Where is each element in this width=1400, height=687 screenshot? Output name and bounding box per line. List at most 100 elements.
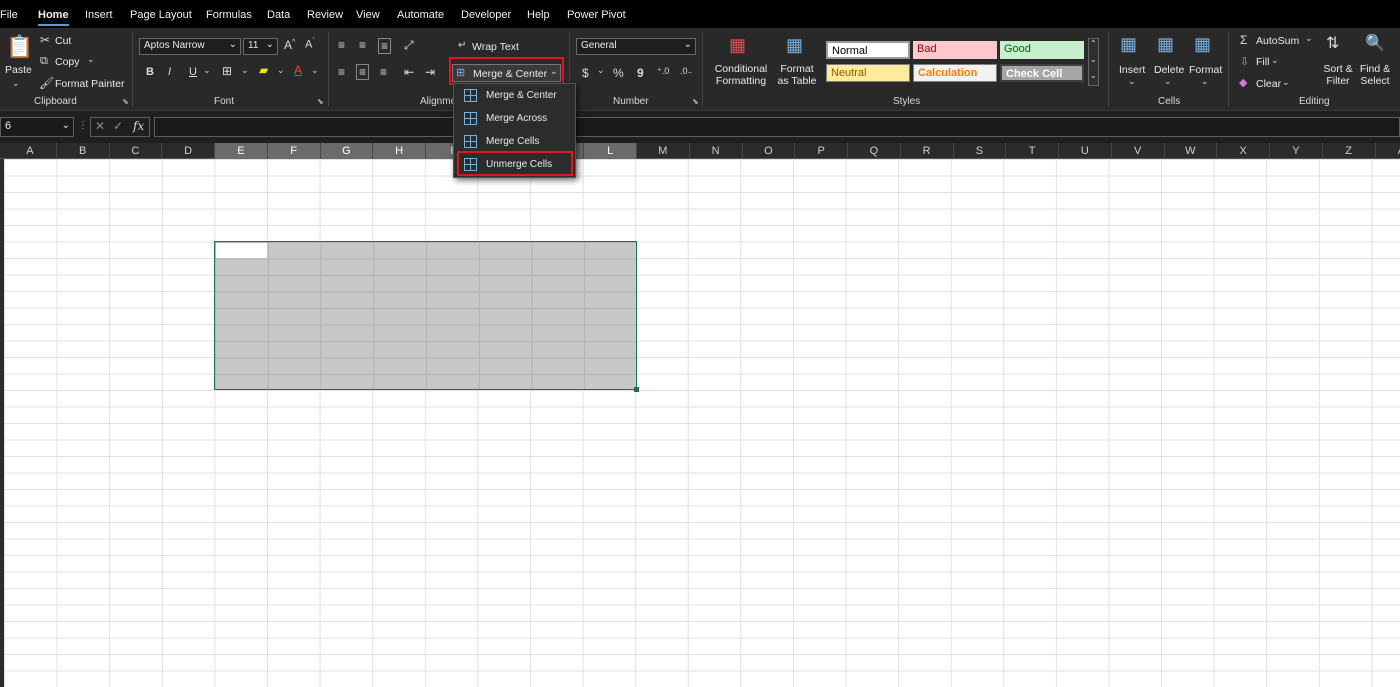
- wrap-text-icon[interactable]: ↵: [458, 40, 466, 51]
- column-header[interactable]: N: [690, 143, 743, 159]
- align-right-icon[interactable]: ≡: [380, 65, 387, 79]
- paste-icon[interactable]: 📋: [6, 34, 33, 60]
- selected-range[interactable]: [214, 241, 637, 390]
- column-header[interactable]: Q: [848, 143, 901, 159]
- chevron-down-icon[interactable]: ⌄: [87, 54, 95, 65]
- column-header[interactable]: M: [637, 143, 690, 159]
- tab-insert[interactable]: Insert: [85, 0, 113, 28]
- align-middle-icon[interactable]: ≡: [359, 38, 366, 52]
- tab-page-layout[interactable]: Page Layout: [130, 0, 192, 28]
- style-bad[interactable]: Bad: [913, 41, 997, 59]
- font-size-dropdown[interactable]: 11 ⌄: [243, 38, 278, 55]
- orientation-icon[interactable]: ⤢: [404, 38, 414, 53]
- autosum-button[interactable]: AutoSum: [1256, 35, 1299, 47]
- cancel-icon[interactable]: ✕: [95, 119, 105, 133]
- decrease-indent-icon[interactable]: ⇤: [404, 65, 414, 79]
- tab-help[interactable]: Help: [527, 0, 550, 28]
- column-header[interactable]: U: [1059, 143, 1112, 159]
- menu-item-merge-cells[interactable]: Merge Cells: [458, 132, 572, 153]
- active-cell[interactable]: [216, 243, 267, 258]
- sort-filter-icon[interactable]: ⇅: [1326, 33, 1339, 53]
- more-options-icon[interactable]: ⋮: [78, 120, 88, 131]
- clear-button[interactable]: Clear: [1256, 78, 1281, 90]
- styles-gallery-scroll[interactable]: ⌃ ⌄ ⌄: [1088, 38, 1099, 86]
- column-header[interactable]: T: [1006, 143, 1059, 159]
- chevron-down-icon[interactable]: ⌄: [1128, 76, 1136, 87]
- column-header[interactable]: L: [584, 143, 637, 159]
- fill-handle[interactable]: [634, 387, 639, 392]
- dialog-launcher-icon[interactable]: ⬊: [122, 97, 129, 106]
- style-calculation[interactable]: Calculation: [913, 64, 997, 82]
- autosum-icon[interactable]: Σ: [1240, 33, 1247, 47]
- tab-view[interactable]: View: [356, 0, 380, 28]
- insert-button[interactable]: Insert: [1119, 64, 1145, 76]
- font-color-icon[interactable]: A: [294, 63, 302, 77]
- chevron-down-icon[interactable]: ⌄: [1201, 76, 1209, 87]
- align-bottom-icon[interactable]: ≡: [378, 38, 392, 54]
- format-painter-icon[interactable]: 🖌: [39, 76, 54, 90]
- format-button[interactable]: Format: [1189, 64, 1222, 76]
- column-header[interactable]: A: [4, 143, 57, 159]
- chevron-down-icon[interactable]: ⌄: [1271, 55, 1279, 66]
- column-header[interactable]: Y: [1270, 143, 1323, 159]
- tab-automate[interactable]: Automate: [397, 0, 444, 28]
- tab-review[interactable]: Review: [307, 0, 343, 28]
- chevron-down-icon[interactable]: ⌄: [1164, 76, 1172, 87]
- dialog-launcher-icon[interactable]: ⬊: [317, 97, 324, 106]
- chevron-down-icon[interactable]: ⌄: [597, 65, 605, 76]
- formula-input[interactable]: [154, 117, 1400, 137]
- insert-function-icon[interactable]: fx: [133, 119, 144, 133]
- find-select-icon[interactable]: 🔍: [1365, 33, 1385, 53]
- column-header[interactable]: G: [320, 143, 374, 159]
- column-header[interactable]: B: [57, 143, 110, 159]
- style-normal[interactable]: Normal: [826, 41, 910, 59]
- increase-font-size-icon[interactable]: A^: [284, 38, 295, 52]
- decrease-decimal-icon[interactable]: .0₋: [680, 66, 692, 77]
- insert-cells-icon[interactable]: ▦: [1120, 34, 1137, 55]
- increase-indent-icon[interactable]: ⇥: [425, 65, 435, 79]
- italic-button[interactable]: I: [168, 66, 171, 78]
- column-header[interactable]: C: [110, 143, 163, 159]
- paste-button[interactable]: Paste: [5, 64, 32, 76]
- fill-color-icon[interactable]: ▰: [259, 63, 268, 77]
- cell-grid[interactable]: [4, 159, 1400, 687]
- number-format-dropdown[interactable]: General ⌄: [576, 38, 696, 55]
- column-header[interactable]: X: [1217, 143, 1270, 159]
- column-header[interactable]: E: [215, 143, 268, 159]
- conditional-formatting-button[interactable]: Conditional Formatting: [714, 63, 768, 87]
- underline-button[interactable]: U: [189, 66, 197, 78]
- format-as-table-button[interactable]: Format as Table: [774, 63, 820, 87]
- format-as-table-icon[interactable]: ▦: [786, 35, 803, 56]
- wrap-text-button[interactable]: Wrap Text: [472, 41, 519, 53]
- tab-power-pivot[interactable]: Power Pivot: [567, 0, 626, 28]
- chevron-down-icon[interactable]: ⌄: [277, 65, 285, 76]
- style-good[interactable]: Good: [1000, 41, 1084, 59]
- column-header[interactable]: V: [1112, 143, 1165, 159]
- column-header[interactable]: F: [267, 143, 321, 159]
- increase-decimal-icon[interactable]: ⁺.0: [657, 66, 669, 77]
- delete-button[interactable]: Delete: [1154, 64, 1184, 76]
- menu-item-merge-across[interactable]: Merge Across: [458, 109, 572, 130]
- style-check-cell[interactable]: Check Cell: [1000, 64, 1084, 82]
- scissors-icon[interactable]: ✂: [40, 33, 50, 47]
- chevron-down-icon[interactable]: ⌄: [1305, 33, 1313, 44]
- conditional-formatting-icon[interactable]: ▦: [729, 35, 746, 56]
- currency-button[interactable]: $: [582, 66, 589, 80]
- column-header[interactable]: A: [1376, 143, 1400, 159]
- column-header[interactable]: O: [743, 143, 796, 159]
- borders-icon[interactable]: ⊞: [222, 64, 232, 78]
- confirm-icon[interactable]: ✓: [113, 119, 123, 133]
- comma-style-button[interactable]: 9: [637, 66, 644, 80]
- column-header[interactable]: H: [373, 143, 426, 159]
- chevron-down-icon[interactable]: ⌄: [12, 78, 20, 89]
- dialog-launcher-icon[interactable]: ⬊: [692, 97, 699, 106]
- find-select-button[interactable]: Find & Select: [1357, 63, 1393, 87]
- tab-developer[interactable]: Developer: [461, 0, 511, 28]
- menu-item-merge-center[interactable]: Merge & Center: [458, 86, 572, 107]
- tab-formulas[interactable]: Formulas: [206, 0, 252, 28]
- column-header[interactable]: P: [795, 143, 848, 159]
- delete-cells-icon[interactable]: ▦: [1157, 34, 1174, 55]
- chevron-down-icon[interactable]: ⌄: [203, 65, 211, 76]
- style-neutral[interactable]: Neutral: [826, 64, 910, 82]
- chevron-down-icon[interactable]: ⌄: [241, 65, 249, 76]
